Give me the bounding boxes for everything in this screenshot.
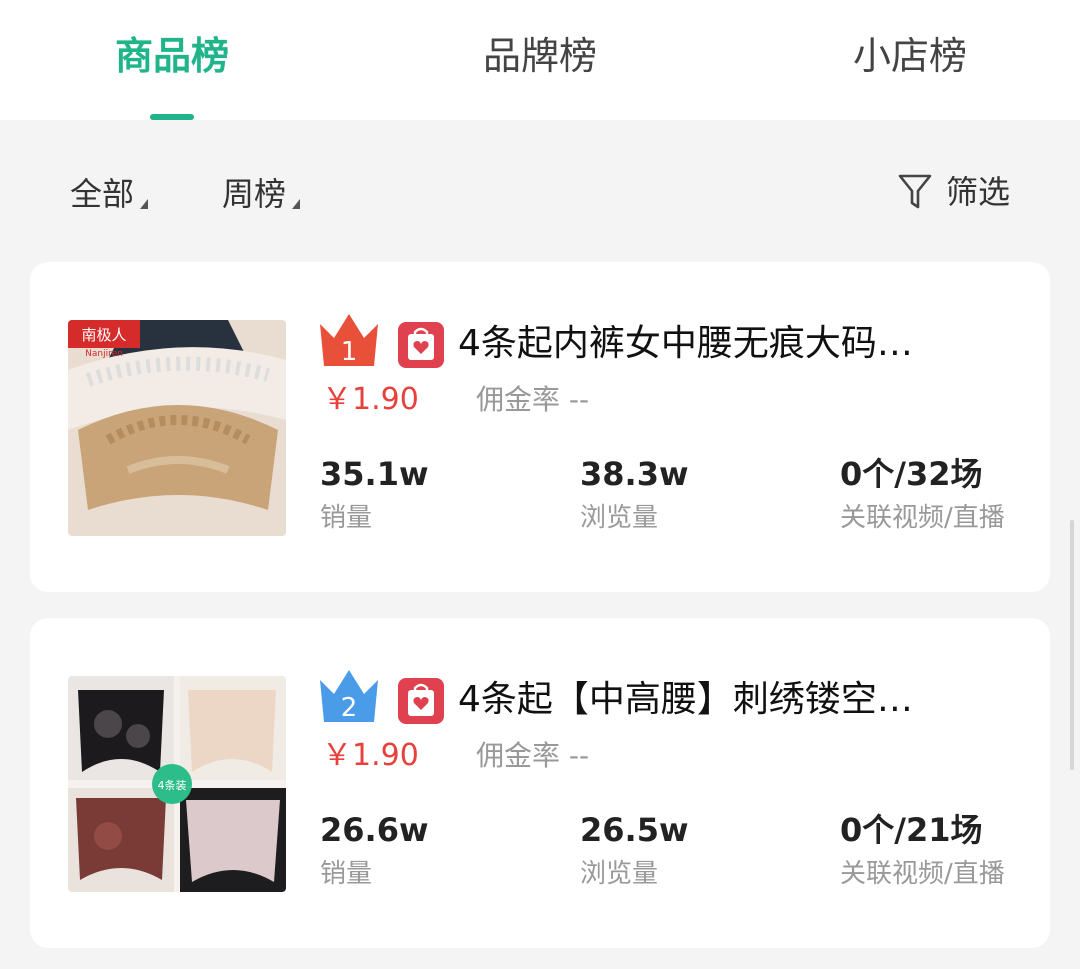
tab-shop-ranking[interactable]: 小店榜 xyxy=(790,30,1030,90)
stat-videos-lives: 0个/32场 关联视频/直播 xyxy=(840,452,1005,538)
stat-views: 38.3w 浏览量 xyxy=(580,452,689,538)
scrollbar[interactable] xyxy=(1070,520,1074,770)
stat-label: 销量 xyxy=(320,859,373,889)
tab-product-ranking[interactable]: 商品榜 xyxy=(52,30,292,90)
product-card[interactable]: 4条装 2 4条起【中高腰】刺绣镂空… ￥1.90 佣金率 -- 26.6w 销… xyxy=(30,618,1050,948)
rank-crown-icon: 1 xyxy=(320,314,378,367)
stat-value: 26.6w xyxy=(320,811,429,849)
product-image[interactable]: 4条装 xyxy=(68,676,286,892)
product-price: ￥1.90 xyxy=(322,382,419,417)
commission-rate: 佣金率 -- xyxy=(476,383,590,416)
stat-sales: 26.6w 销量 xyxy=(320,808,429,894)
stat-value: 0个/32场 xyxy=(840,455,983,493)
stat-label: 浏览量 xyxy=(580,503,659,533)
stat-videos-lives: 0个/21场 关联视频/直播 xyxy=(840,808,1005,894)
stat-value: 26.5w xyxy=(580,811,689,849)
period-dropdown[interactable]: 周榜 xyxy=(222,172,301,216)
shopping-bag-icon xyxy=(398,678,444,724)
active-tab-indicator xyxy=(150,114,194,120)
filter-bar: 全部 周榜 筛选 xyxy=(0,150,1080,240)
rank-crown-icon: 2 xyxy=(320,670,378,723)
shopping-bag-icon xyxy=(398,322,444,368)
product-card[interactable]: 南极人 Nanjiren 1 4条起内裤女中腰无痕大码… ￥1.90 佣金率 -… xyxy=(30,262,1050,592)
stat-label: 浏览量 xyxy=(580,859,659,889)
product-price: ￥1.90 xyxy=(322,738,419,773)
stat-label: 销量 xyxy=(320,503,373,533)
category-dropdown-label: 全部 xyxy=(70,175,135,213)
funnel-icon xyxy=(898,174,932,209)
ranking-tabs: 商品榜 品牌榜 小店榜 xyxy=(0,0,1080,120)
stat-label: 关联视频/直播 xyxy=(840,859,1005,889)
rank-number: 1 xyxy=(341,337,358,367)
stat-label: 关联视频/直播 xyxy=(840,503,1005,533)
stat-value: 35.1w xyxy=(320,455,429,493)
stat-views: 26.5w 浏览量 xyxy=(580,808,689,894)
product-image[interactable]: 南极人 Nanjiren xyxy=(68,320,286,536)
brand-logo-subtext: Nanjiren xyxy=(85,349,123,359)
commission-rate: 佣金率 -- xyxy=(476,739,590,772)
tab-brand-ranking[interactable]: 品牌榜 xyxy=(420,30,660,90)
stat-value: 0个/21场 xyxy=(840,811,983,849)
period-dropdown-label: 周榜 xyxy=(222,175,287,213)
product-title[interactable]: 4条起内裤女中腰无痕大码… xyxy=(458,314,1018,374)
dropdown-triangle-icon xyxy=(292,199,301,209)
brand-logo-text: 南极人 xyxy=(81,326,126,344)
dropdown-triangle-icon xyxy=(140,199,149,209)
rank-number: 2 xyxy=(341,693,358,723)
product-title[interactable]: 4条起【中高腰】刺绣镂空… xyxy=(458,670,1018,730)
stat-sales: 35.1w 销量 xyxy=(320,452,429,538)
filter-button-label: 筛选 xyxy=(945,173,1010,211)
stat-value: 38.3w xyxy=(580,455,689,493)
filter-button[interactable]: 筛选 xyxy=(898,170,1010,214)
category-dropdown[interactable]: 全部 xyxy=(70,172,149,216)
pack-badge: 4条装 xyxy=(158,778,187,792)
